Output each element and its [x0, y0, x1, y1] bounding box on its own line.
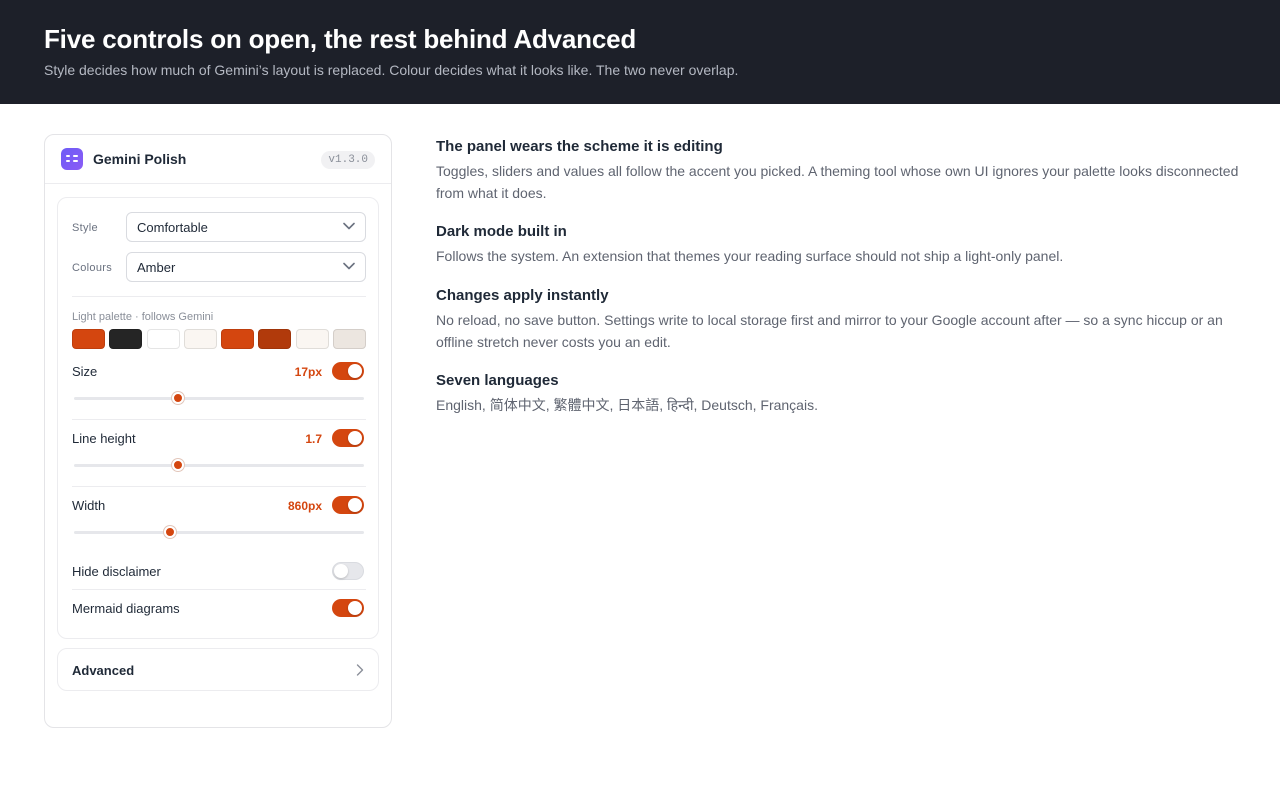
advanced-section-button[interactable]: Advanced	[57, 648, 379, 691]
app-name: Gemini Polish	[93, 151, 187, 167]
feature-description: Follows the system. An extension that th…	[436, 248, 1064, 264]
slider-thumb[interactable]	[163, 526, 176, 538]
palette-swatch	[147, 329, 180, 349]
line-height-slider[interactable]	[74, 459, 364, 471]
gemini-polish-logo-icon	[61, 148, 83, 170]
colours-label: Colours	[72, 262, 113, 274]
width-toggle[interactable]	[332, 496, 364, 514]
page-header: Five controls on open, the rest behind A…	[0, 0, 1280, 104]
feature-item: Seven languages English, 简体中文, 繁體中文, 日本語…	[436, 372, 1246, 416]
style-select-value: Comfortable	[137, 220, 208, 235]
feature-description: English, 简体中文, 繁體中文, 日本語, हिन्दी, Deutsc…	[436, 397, 818, 413]
divider	[72, 419, 366, 420]
mermaid-label: Mermaid diagrams	[72, 601, 180, 616]
toggle-knob	[348, 431, 362, 445]
size-label: Size	[72, 364, 98, 379]
chevron-down-icon	[343, 222, 355, 230]
palette-swatch	[258, 329, 291, 349]
palette-swatch	[109, 329, 142, 349]
version-badge: v1.3.0	[321, 151, 375, 169]
divider	[72, 589, 366, 590]
palette-swatch	[72, 329, 105, 349]
divider	[72, 486, 366, 487]
chevron-right-icon	[356, 664, 364, 676]
divider	[72, 296, 366, 297]
slider-thumb[interactable]	[172, 459, 185, 471]
page-subtitle: Style decides how much of Gemini’s layou…	[44, 62, 739, 78]
colours-select[interactable]: Amber	[126, 252, 366, 282]
panel-header: Gemini Polish v1.3.0	[45, 135, 391, 184]
page-title: Five controls on open, the rest behind A…	[44, 24, 637, 54]
quick-controls-card: Style Comfortable Colours Amber Light pa…	[57, 197, 379, 639]
palette-swatch	[184, 329, 217, 349]
chevron-down-icon	[343, 262, 355, 270]
style-select[interactable]: Comfortable	[126, 212, 366, 242]
feature-title: Dark mode built in	[436, 223, 567, 240]
width-slider[interactable]	[74, 526, 364, 538]
palette-swatch	[296, 329, 329, 349]
width-value: 860px	[287, 499, 322, 513]
palette-swatch	[221, 329, 254, 349]
line-height-value: 1.7	[305, 432, 322, 446]
feature-description: Toggles, sliders and values all follow t…	[436, 163, 1239, 201]
mermaid-toggle[interactable]	[332, 599, 364, 617]
slider-thumb[interactable]	[172, 392, 185, 404]
size-value: 17px	[294, 365, 322, 379]
hide-disclaimer-label: Hide disclaimer	[72, 564, 161, 579]
feature-title: Changes apply instantly	[436, 287, 609, 304]
colours-select-value: Amber	[137, 260, 176, 275]
feature-item: Dark mode built in Follows the system. A…	[436, 223, 1246, 267]
feature-title: Seven languages	[436, 372, 559, 389]
palette-label: Light palette · follows Gemini	[72, 311, 214, 323]
line-height-toggle[interactable]	[332, 429, 364, 447]
toggle-knob	[348, 498, 362, 512]
extension-panel: Gemini Polish v1.3.0 Style Comfortable C…	[44, 134, 392, 728]
advanced-label: Advanced	[72, 663, 135, 678]
toggle-knob	[334, 564, 348, 578]
width-label: Width	[72, 498, 106, 513]
toggle-knob	[348, 364, 362, 378]
line-height-label: Line height	[72, 431, 136, 446]
hide-disclaimer-toggle[interactable]	[332, 562, 364, 580]
toggle-knob	[348, 601, 362, 615]
feature-description: No reload, no save button. Settings writ…	[436, 312, 1223, 350]
feature-item: The panel wears the scheme it is editing…	[436, 138, 1246, 204]
feature-item: Changes apply instantly No reload, no sa…	[436, 287, 1246, 353]
palette-swatch	[333, 329, 366, 349]
size-toggle[interactable]	[332, 362, 364, 380]
size-slider[interactable]	[74, 392, 364, 404]
style-label: Style	[72, 222, 98, 234]
feature-title: The panel wears the scheme it is editing	[436, 138, 723, 155]
